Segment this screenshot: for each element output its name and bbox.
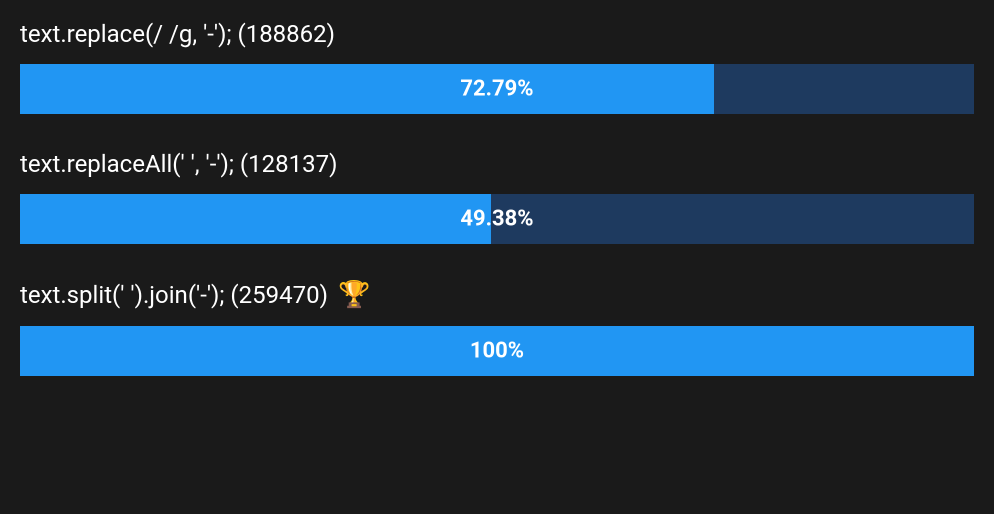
progress-bar: 49.38% — [20, 194, 974, 244]
progress-percent: 72.79% — [20, 77, 974, 102]
benchmark-code-text: text.split(' ').join('-'); (259470) — [20, 281, 328, 309]
progress-percent: 49.38% — [20, 207, 974, 232]
trophy-icon: 🏆 — [338, 280, 370, 310]
progress-bar: 72.79% — [20, 64, 974, 114]
benchmark-results: text.replace(/ /g, '-'); (188862) 72.79%… — [20, 20, 974, 376]
benchmark-code-text: text.replace(/ /g, '-'); (188862) — [20, 20, 335, 48]
progress-bar: 100% — [20, 326, 974, 376]
benchmark-item: text.replace(/ /g, '-'); (188862) 72.79% — [20, 20, 974, 114]
progress-percent: 100% — [20, 339, 974, 364]
benchmark-code-text: text.replaceAll(' ', '-'); (128137) — [20, 150, 337, 178]
benchmark-label: text.replaceAll(' ', '-'); (128137) — [20, 150, 974, 178]
benchmark-label: text.replace(/ /g, '-'); (188862) — [20, 20, 974, 48]
benchmark-item: text.split(' ').join('-'); (259470) 🏆 10… — [20, 280, 974, 376]
benchmark-item: text.replaceAll(' ', '-'); (128137) 49.3… — [20, 150, 974, 244]
benchmark-label: text.split(' ').join('-'); (259470) 🏆 — [20, 280, 974, 310]
